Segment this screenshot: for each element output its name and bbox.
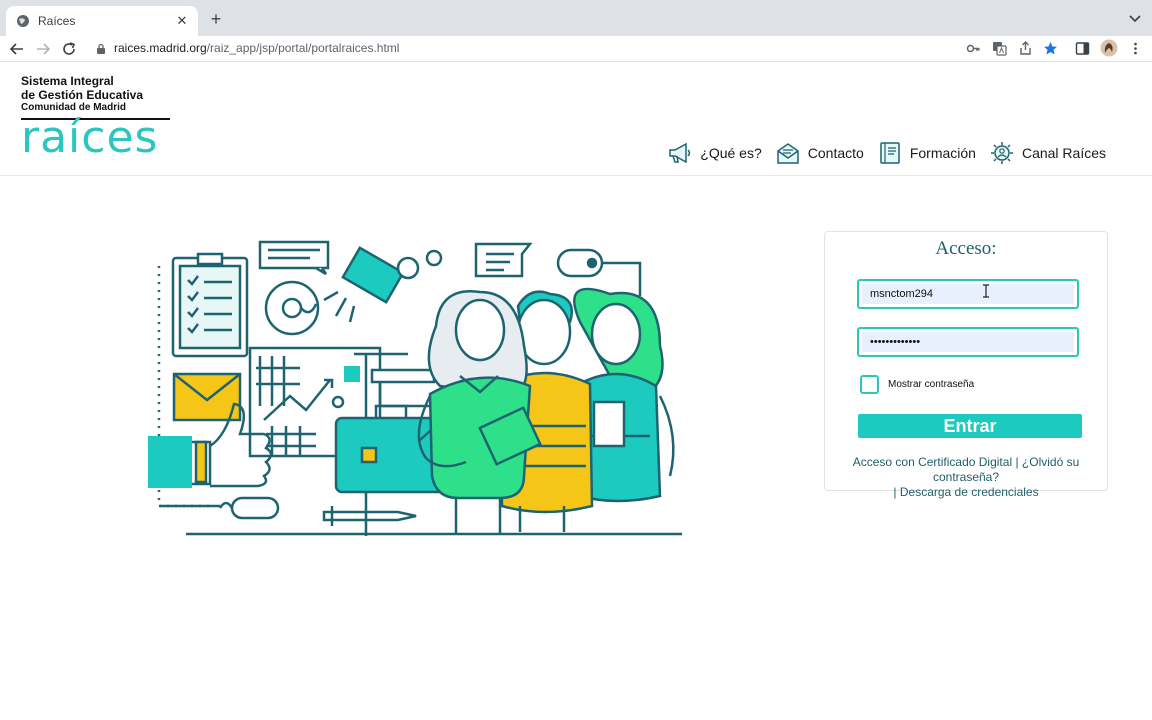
envelope-icon (777, 143, 799, 164)
username-field-frame (857, 279, 1079, 309)
logo-line-1: Sistema Integral (21, 74, 114, 88)
password-field-frame (857, 327, 1079, 357)
share-icon[interactable] (1018, 41, 1033, 56)
translate-icon[interactable] (992, 41, 1007, 56)
login-title: Acceso: (935, 238, 997, 259)
browser-toolbar: raices.madrid.org/raiz_app/jsp/portal/po… (0, 36, 1152, 62)
lock-icon[interactable] (96, 43, 106, 54)
logo-wordmark: raíces (21, 112, 159, 163)
bookmark-star-icon[interactable] (1043, 41, 1058, 56)
nav-item-contacto[interactable]: Contacto (775, 140, 864, 166)
megaphone-icon (669, 142, 691, 164)
raices-logo[interactable]: Sistema Integral de Gestión Educativa Co… (21, 74, 170, 163)
show-password-label: Mostrar contraseña (888, 379, 975, 390)
reload-icon[interactable] (60, 40, 78, 58)
certificate-link[interactable]: Acceso con Certificado Digital (853, 455, 1012, 469)
link-separator: | (1015, 455, 1019, 469)
nav-label-que-es: ¿Qué es? (700, 145, 762, 161)
url-text: raices.madrid.org/raiz_app/jsp/portal/po… (114, 41, 399, 55)
close-tab-icon[interactable]: ✕ (174, 13, 190, 29)
book-icon (880, 142, 900, 164)
forward-arrow-icon[interactable] (34, 40, 52, 58)
nav-item-formacion[interactable]: Formación (877, 140, 976, 166)
link-separator-2: | (893, 485, 897, 499)
logo-line-2: de Gestión Educativa (21, 88, 144, 102)
login-panel: Acceso: Mostrar contraseña Entrar Acceso… (824, 231, 1108, 499)
chevron-down-icon[interactable] (1128, 11, 1142, 25)
browser-tab[interactable]: Raíces ✕ (6, 6, 198, 36)
password-input[interactable] (862, 332, 1074, 352)
url-host: raices.madrid.org (114, 41, 207, 55)
entrar-button[interactable]: Entrar (858, 414, 1082, 438)
side-panel-icon[interactable] (1075, 41, 1090, 56)
profile-avatar-icon[interactable] (1100, 39, 1118, 57)
address-bar[interactable]: raices.madrid.org/raiz_app/jsp/portal/po… (86, 37, 1066, 59)
nav-label-canal-raices: Canal Raíces (1021, 145, 1106, 161)
tab-title: Raíces (38, 14, 76, 28)
globe-icon (17, 15, 29, 27)
back-arrow-icon[interactable] (8, 40, 26, 58)
network-gear-icon (990, 142, 1013, 164)
show-password-checkbox[interactable] (860, 375, 879, 394)
login-links: Acceso con Certificado Digital | ¿Olvidó… (825, 455, 1107, 500)
nav-item-que-es[interactable]: ¿Qué es? (667, 140, 762, 166)
browser-tab-bar: Raíces ✕ + (0, 0, 1152, 36)
nav-label-formacion: Formación (909, 145, 976, 161)
username-input[interactable] (862, 284, 1074, 304)
nav-label-contacto: Contacto (807, 145, 864, 161)
show-password-row[interactable]: Mostrar contraseña (860, 375, 974, 394)
text-cursor-icon (983, 284, 989, 298)
url-path: /raiz_app/jsp/portal/portalraices.html (206, 41, 400, 55)
nav-item-canal-raices[interactable]: Canal Raíces (989, 140, 1106, 166)
top-navigation: ¿Qué es? Contacto Formación Canal Raíces (654, 140, 1106, 166)
hero-illustration (148, 240, 682, 536)
key-icon[interactable] (966, 41, 981, 56)
download-credentials-link[interactable]: Descarga de credenciales (900, 485, 1039, 499)
kebab-menu-icon[interactable] (1128, 41, 1143, 56)
new-tab-icon[interactable]: + (206, 9, 226, 29)
site-header: Sistema Integral de Gestión Educativa Co… (0, 63, 1152, 176)
